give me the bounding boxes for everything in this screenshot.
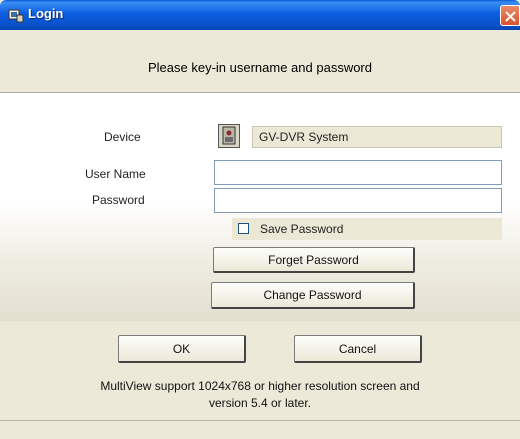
app-icon xyxy=(8,7,24,23)
device-icon xyxy=(218,124,240,148)
bottom-divider xyxy=(0,420,520,421)
window-title: Login xyxy=(28,6,64,21)
device-label: Device xyxy=(104,130,141,144)
resolution-notice: MultiView support 1024x768 or higher res… xyxy=(20,378,500,412)
save-password-label: Save Password xyxy=(260,222,344,236)
close-icon xyxy=(505,11,516,22)
device-select[interactable]: GV-DVR System xyxy=(252,126,502,148)
notice-line-2: version 5.4 or later. xyxy=(208,396,312,410)
save-password-checkbox[interactable] xyxy=(238,223,249,234)
instruction-text: Please key-in username and password xyxy=(147,60,372,75)
forget-password-button[interactable]: Forget Password xyxy=(213,247,415,273)
ok-button[interactable]: OK xyxy=(118,335,246,363)
username-label: User Name xyxy=(85,167,146,181)
change-password-button[interactable]: Change Password xyxy=(211,282,415,309)
username-input[interactable] xyxy=(214,160,502,185)
save-password-row[interactable]: Save Password xyxy=(232,218,502,240)
cancel-button[interactable]: Cancel xyxy=(294,335,422,363)
notice-line-1: MultiView support 1024x768 or higher res… xyxy=(100,379,420,393)
password-label: Password xyxy=(92,193,145,207)
close-button[interactable] xyxy=(500,5,520,26)
title-bar[interactable]: Login xyxy=(0,0,520,30)
login-window: Login Please key-in username and passwor… xyxy=(0,0,520,439)
password-input[interactable] xyxy=(214,188,502,213)
